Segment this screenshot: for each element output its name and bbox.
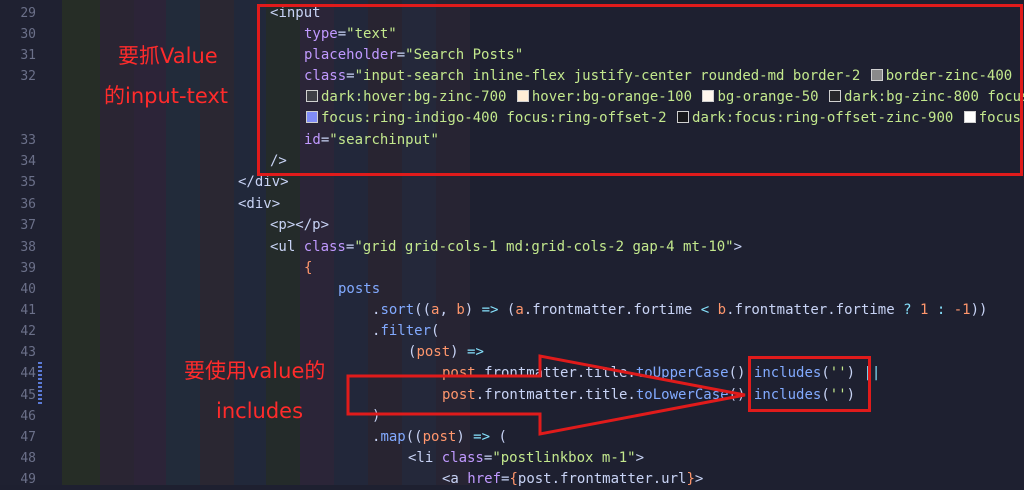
annotation-arrow [346, 354, 746, 436]
annotation-use-value-line2: includes [216, 399, 304, 423]
annotation-grab-value-line2: 的input-text [104, 84, 229, 108]
annotation-grab-value-line1: 要抓Value [118, 44, 218, 68]
annotation-use-value-line1: 要使用value的 [184, 359, 326, 383]
